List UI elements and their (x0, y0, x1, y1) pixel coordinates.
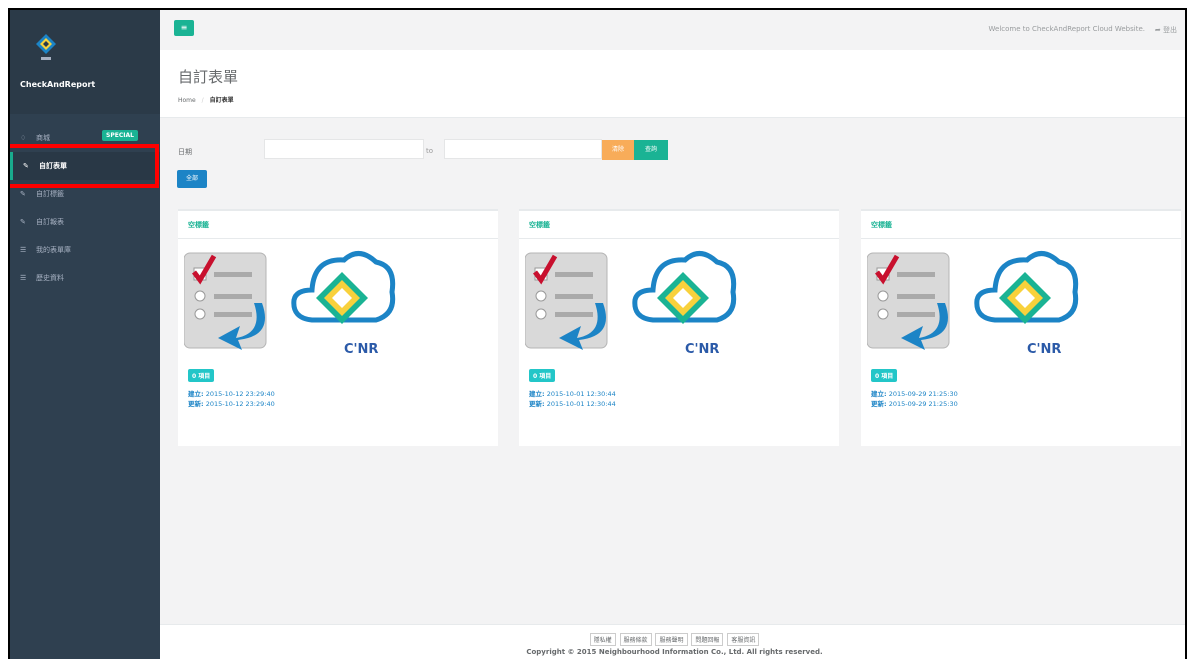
sidebar-item-label: 歷史資料 (36, 274, 64, 282)
page-title: 自訂表單 (178, 68, 239, 86)
annotation-highlight-box (10, 144, 159, 188)
logout-link[interactable]: ➦ 登出 (1155, 25, 1177, 35)
search-button[interactable]: 查詢 (634, 140, 668, 160)
sidebar-item-history[interactable]: ☰ 歷史資料 (10, 264, 160, 292)
logo-icon (36, 34, 56, 60)
sidebar-item-label: 商城 (36, 134, 50, 142)
updated-value: 2015-10-01 12:30:44 (546, 400, 616, 408)
sidebar-item-custom-reports[interactable]: ✎ 自訂報表 (10, 208, 160, 236)
card-title[interactable]: 空標籤 (871, 220, 892, 230)
item-count-badge: 0 項目 (188, 369, 215, 382)
topbar: ≡ Welcome to CheckAndReport Cloud Websit… (160, 10, 1185, 50)
form-cloud-icon: C'NR (867, 251, 1079, 357)
footer-link-support[interactable]: 客服資訊 (727, 633, 760, 646)
brand-name: CheckAndReport (20, 80, 96, 89)
card-logo-text: C'NR (344, 342, 378, 357)
sidebar: CheckAndReport ♢ 商城 SPECIAL ✎ 自訂表單 ✎ 自訂標… (10, 10, 160, 659)
breadcrumb-home[interactable]: Home (178, 97, 196, 104)
created-line: 建立: 2015-10-12 23:29:40 (188, 388, 275, 398)
breadcrumb-separator: / (201, 97, 204, 104)
sidebar-item-label: 自訂標籤 (36, 190, 64, 198)
created-label: 建立: (871, 390, 887, 398)
footer-link-privacy[interactable]: 隱私權 (589, 633, 616, 646)
app-frame: CheckAndReport ♢ 商城 SPECIAL ✎ 自訂表單 ✎ 自訂標… (8, 8, 1187, 659)
show-all-button[interactable]: 全部 (177, 170, 207, 188)
form-card[interactable]: 空標籤 C'NR 0 項目 建立: 2015-10-12 23:29:40 更新… (178, 209, 498, 446)
card-divider (178, 238, 498, 239)
start-date-input[interactable] (264, 139, 424, 159)
footer-links: 隱私權 服務條款 服務聲明 問題回報 客服資訊 (160, 633, 1185, 646)
item-count-badge: 0 項目 (871, 369, 898, 382)
created-value: 2015-09-29 21:25:30 (888, 390, 958, 398)
updated-line: 更新: 2015-09-29 21:25:30 (871, 398, 958, 408)
breadcrumb: Home / 自訂表單 (178, 95, 234, 104)
card-divider (519, 238, 839, 239)
breadcrumb-current: 自訂表單 (209, 97, 234, 104)
card-divider (861, 238, 1181, 239)
logo-area: CheckAndReport (10, 10, 160, 114)
end-date-input[interactable] (444, 139, 602, 159)
item-count-badge: 0 項目 (529, 369, 556, 382)
card-logo-text: C'NR (1027, 342, 1061, 357)
updated-line: 更新: 2015-10-12 23:29:40 (188, 398, 275, 408)
created-label: 建立: (529, 390, 545, 398)
updated-value: 2015-09-29 21:25:30 (888, 400, 958, 408)
sidebar-item-label: 我的表單庫 (36, 246, 71, 254)
updated-value: 2015-10-12 23:29:40 (205, 400, 275, 408)
created-value: 2015-10-12 23:29:40 (205, 390, 275, 398)
list-icon: ☰ (20, 274, 27, 282)
updated-label: 更新: (529, 400, 545, 408)
page-header: 自訂表單 Home / 自訂表單 (160, 50, 1185, 118)
sidebar-item-label: 自訂報表 (36, 218, 64, 226)
edit-icon: ✎ (20, 190, 26, 198)
special-badge: SPECIAL (102, 130, 138, 141)
updated-label: 更新: (188, 400, 204, 408)
date-filter-label: 日期 (178, 148, 192, 156)
footer-link-statement[interactable]: 服務聲明 (655, 633, 688, 646)
created-value: 2015-10-01 12:30:44 (546, 390, 616, 398)
welcome-text: Welcome to CheckAndReport Cloud Website. (988, 25, 1145, 33)
copyright-text: Copyright © 2015 Neighbourhood Informati… (526, 648, 823, 656)
created-line: 建立: 2015-10-01 12:30:44 (529, 388, 616, 398)
card-title[interactable]: 空標籤 (529, 220, 550, 230)
updated-label: 更新: (871, 400, 887, 408)
to-label: to (426, 147, 434, 155)
footer-link-report[interactable]: 問題回報 (691, 633, 724, 646)
form-card[interactable]: 空標籤 C'NR 0 項目 建立: 2015-09-29 21:25:30 更新… (861, 209, 1181, 446)
sidebar-item-my-forms[interactable]: ☰ 我的表單庫 (10, 236, 160, 264)
diamond-icon: ♢ (20, 134, 27, 142)
list-icon: ☰ (20, 246, 27, 254)
footer: 隱私權 服務條款 服務聲明 問題回報 客服資訊 Copyright © 2015… (160, 624, 1185, 659)
created-line: 建立: 2015-09-29 21:25:30 (871, 388, 958, 398)
footer-link-terms[interactable]: 服務條款 (619, 633, 652, 646)
updated-line: 更新: 2015-10-01 12:30:44 (529, 398, 616, 408)
card-logo-text: C'NR (685, 342, 719, 357)
logout-label: 登出 (1163, 26, 1177, 34)
card-title[interactable]: 空標籤 (188, 220, 209, 230)
created-label: 建立: (188, 390, 204, 398)
form-card[interactable]: 空標籤 C'NR 0 項目 建立: 2015-10-01 12:30:44 更新… (519, 209, 839, 446)
form-cloud-icon: C'NR (184, 251, 396, 357)
edit-icon: ✎ (20, 218, 26, 226)
clear-button[interactable]: 清除 (602, 140, 634, 160)
form-cloud-icon: C'NR (525, 251, 737, 357)
menu-toggle-button[interactable]: ≡ (174, 20, 194, 36)
signout-icon: ➦ (1154, 26, 1163, 34)
